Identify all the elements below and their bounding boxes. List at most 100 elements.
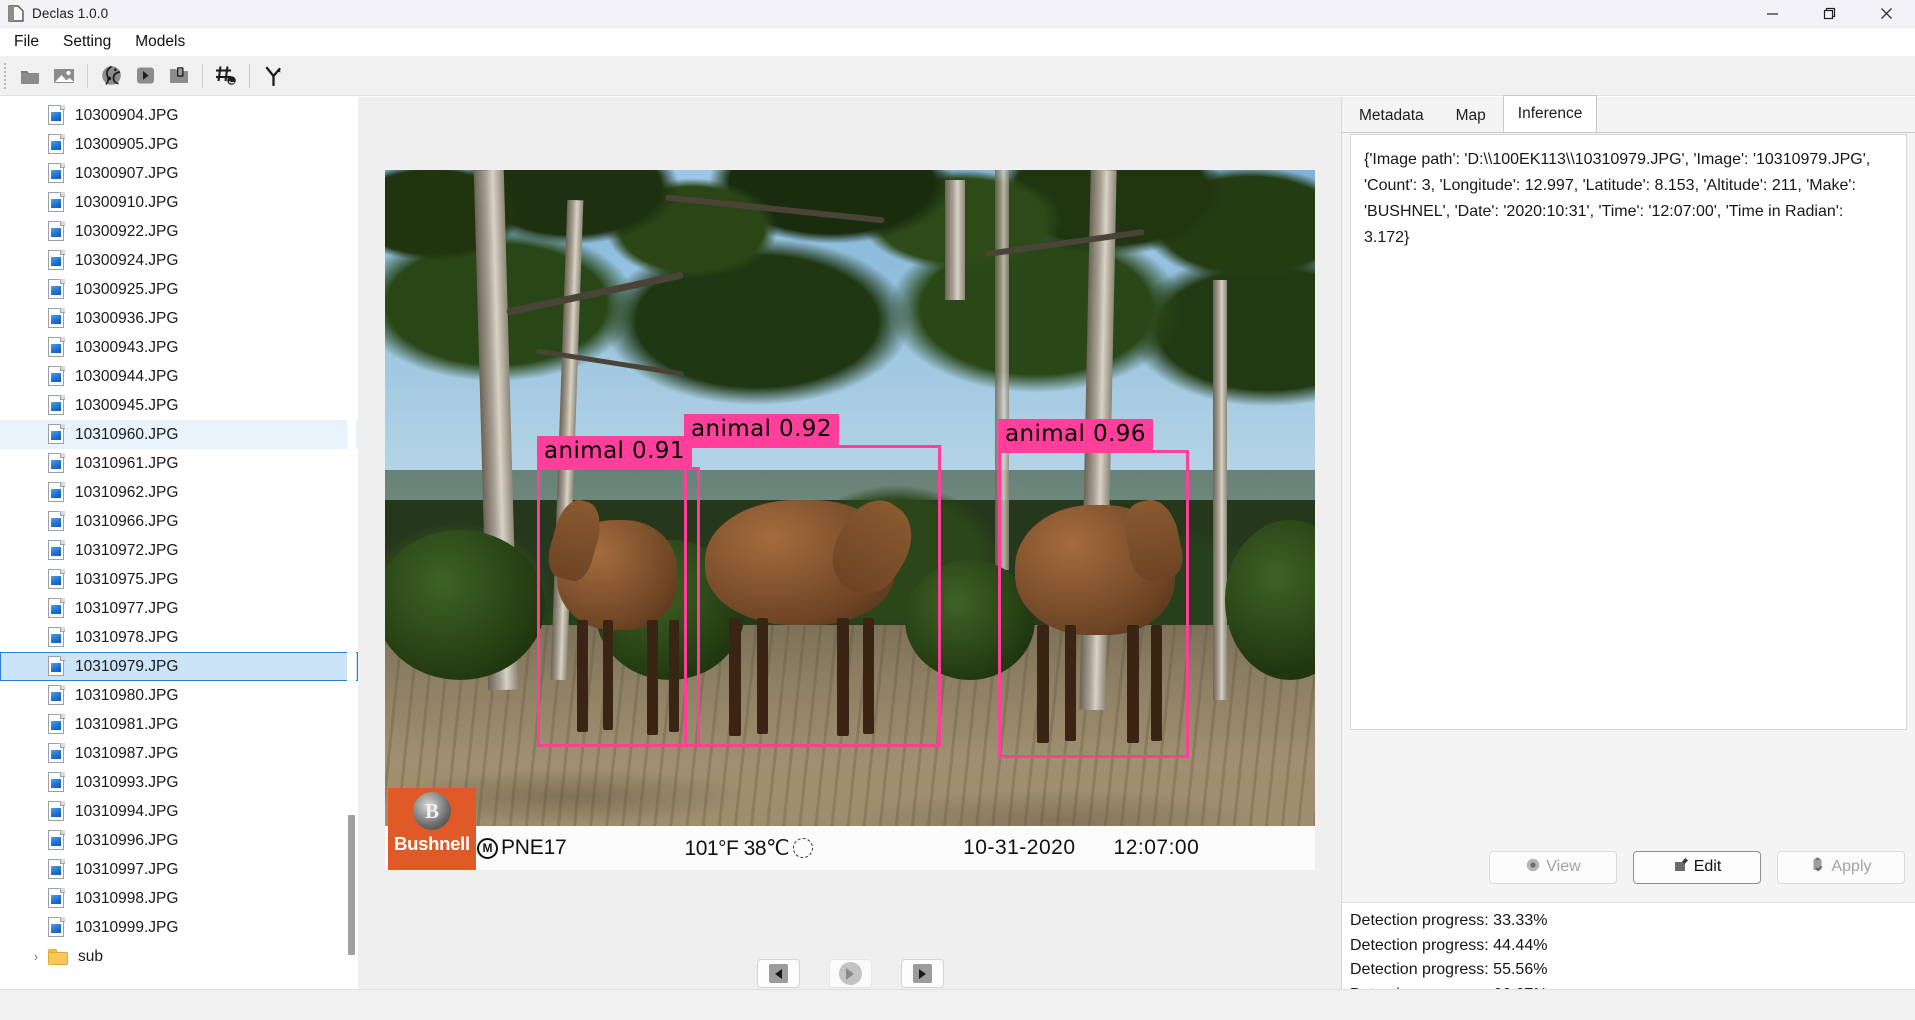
file-item[interactable]: 10310979.JPG [0, 652, 358, 681]
file-item[interactable]: 10310997.JPG [0, 855, 358, 884]
detect-globe-icon[interactable] [94, 60, 128, 92]
view-button[interactable]: View [1489, 850, 1617, 884]
tab-map[interactable]: Map [1440, 99, 1501, 132]
open-folder-icon[interactable] [13, 60, 47, 92]
detection-box[interactable]: animal 0.91 [537, 436, 700, 747]
detection-box[interactable]: animal 0.96 [998, 419, 1189, 758]
file-item[interactable]: 10310999.JPG [0, 913, 358, 942]
file-item[interactable]: 10310998.JPG [0, 884, 358, 913]
run-arrow-icon[interactable] [128, 60, 162, 92]
image-file-icon [48, 395, 65, 416]
file-item[interactable]: 10310960.JPG [0, 420, 358, 449]
status-bar [0, 989, 1915, 1020]
file-item-label: 10310979.JPG [75, 657, 179, 675]
file-item[interactable]: 10300943.JPG [0, 333, 358, 362]
play-icon [838, 962, 862, 985]
close-button[interactable] [1858, 0, 1915, 28]
file-item[interactable]: 10300907.JPG [0, 159, 358, 188]
sidebar-scrollbar-thumb[interactable] [348, 815, 355, 955]
file-item[interactable]: 10310975.JPG [0, 565, 358, 594]
file-item-label: 10310999.JPG [75, 918, 179, 936]
file-item[interactable]: 10310993.JPG [0, 768, 358, 797]
file-item[interactable]: 10310972.JPG [0, 536, 358, 565]
file-item[interactable]: 10300936.JPG [0, 304, 358, 333]
moon-phase-icon [793, 838, 814, 858]
folder-item-sub[interactable]: › sub [0, 942, 358, 971]
file-item-label: 10300905.JPG [75, 135, 179, 153]
file-item[interactable]: 10310994.JPG [0, 797, 358, 826]
file-item[interactable]: 10300910.JPG [0, 188, 358, 217]
inference-output-text[interactable]: {'Image path': 'D:\\100EK113\\10310979.J… [1350, 134, 1907, 730]
file-item-label: 10310966.JPG [75, 512, 179, 530]
play-button[interactable] [828, 959, 872, 988]
image-file-icon [48, 279, 65, 300]
toolbar-drag-handle[interactable] [1, 60, 10, 91]
image-canvas[interactable]: animal 0.91 animal 0.92 animal 0.96 M PNE1… [385, 170, 1315, 870]
temperature-label: 101°F 38℃ [684, 836, 790, 860]
file-item[interactable]: 10300905.JPG [0, 130, 358, 159]
menu-file[interactable]: File [4, 30, 49, 54]
file-item[interactable]: 10300945.JPG [0, 391, 358, 420]
title-bar: Declas 1.0.0 [0, 0, 1915, 28]
image-file-icon [48, 250, 65, 271]
chevron-right-icon[interactable]: › [28, 949, 44, 965]
sidebar-scrollbar-track[interactable] [347, 97, 356, 989]
file-item-label: 10310993.JPG [75, 773, 179, 791]
file-item-label: 10310977.JPG [75, 599, 179, 617]
file-item-label: 10310998.JPG [75, 889, 179, 907]
tab-inference[interactable]: Inference [1502, 95, 1598, 132]
apply-button[interactable]: Apply [1777, 850, 1905, 884]
detection-box[interactable]: animal 0.92 [684, 414, 941, 747]
app-document-icon [7, 5, 25, 23]
minimize-button[interactable] [1744, 0, 1801, 28]
image-file-icon [48, 221, 65, 242]
prev-frame-button[interactable] [756, 959, 800, 988]
grid-sort-icon[interactable] [209, 60, 243, 92]
folder-icon [48, 948, 68, 965]
image-file-icon [48, 714, 65, 735]
copy-folder-icon[interactable] [162, 60, 196, 92]
file-item[interactable]: 10310961.JPG [0, 449, 358, 478]
image-file-icon [48, 105, 65, 126]
file-item[interactable]: 10310962.JPG [0, 478, 358, 507]
file-item[interactable]: 10310978.JPG [0, 623, 358, 652]
edit-button[interactable]: Edit [1633, 850, 1761, 884]
file-item-label: 10300922.JPG [75, 222, 179, 240]
image-file-icon [48, 424, 65, 445]
tree-trunk [1213, 280, 1227, 700]
toolbar-separator-3 [249, 63, 250, 88]
image-file-icon [48, 163, 65, 184]
file-item[interactable]: 10310981.JPG [0, 710, 358, 739]
file-item-label: 10300925.JPG [75, 280, 179, 298]
file-item[interactable]: 10310966.JPG [0, 507, 358, 536]
file-tree-sidebar[interactable]: 10300904.JPG 10300905.JPG 10300907.JPG 1030… [0, 97, 358, 989]
file-item[interactable]: 10310977.JPG [0, 594, 358, 623]
file-item[interactable]: 10300922.JPG [0, 217, 358, 246]
details-action-buttons: View Edit Apply [1342, 845, 1915, 889]
file-item[interactable]: 10300904.JPG [0, 101, 358, 130]
branch-split-icon[interactable] [256, 60, 290, 92]
menu-models[interactable]: Models [125, 30, 195, 54]
open-image-icon[interactable] [47, 60, 81, 92]
file-item[interactable]: 10300944.JPG [0, 362, 358, 391]
toolbar-separator-1 [87, 63, 88, 88]
camera-id-label: PNE17 [501, 836, 567, 859]
details-panel: Metadata Map Inference {'Image path': 'D… [1342, 95, 1915, 1020]
brand-mark-icon: B [413, 792, 451, 830]
next-frame-button[interactable] [900, 959, 944, 988]
menu-setting[interactable]: Setting [53, 30, 121, 54]
camera-brand-badge: B Bushnell [388, 788, 476, 870]
file-item[interactable]: 10310996.JPG [0, 826, 358, 855]
image-file-icon [48, 743, 65, 764]
window-title: Declas 1.0.0 [32, 6, 109, 21]
maximize-restore-button[interactable] [1801, 0, 1858, 28]
frame-navigation [358, 959, 1342, 988]
image-file-icon [48, 656, 65, 677]
file-list[interactable]: 10300904.JPG 10300905.JPG 10300907.JPG 1030… [0, 97, 358, 971]
tab-metadata[interactable]: Metadata [1344, 99, 1439, 132]
file-item[interactable]: 10300925.JPG [0, 275, 358, 304]
file-item[interactable]: 10300924.JPG [0, 246, 358, 275]
file-item[interactable]: 10310980.JPG [0, 681, 358, 710]
toolbar-separator-2 [202, 63, 203, 88]
file-item[interactable]: 10310987.JPG [0, 739, 358, 768]
